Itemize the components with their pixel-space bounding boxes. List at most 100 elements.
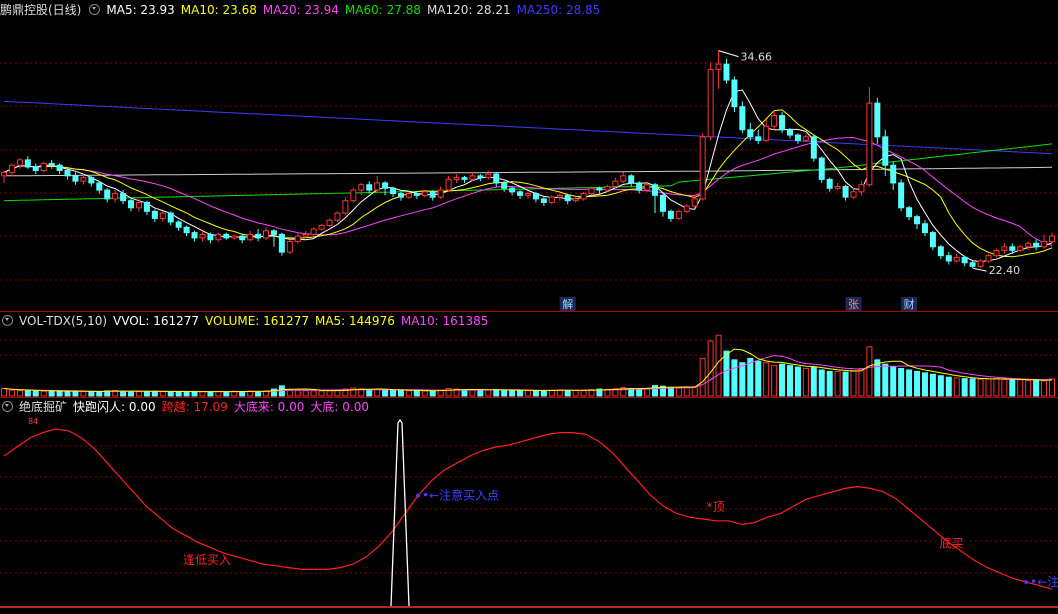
stock-name[interactable]: 鹏鼎控股(日线) <box>0 3 81 17</box>
volume-bar <box>779 363 786 397</box>
volume-bar <box>914 370 921 397</box>
volume-bar <box>374 388 381 397</box>
volume-bar <box>755 360 762 397</box>
candle <box>620 175 627 182</box>
candle <box>834 185 841 189</box>
alert-dot <box>416 493 421 498</box>
indicator-header: 绝底掘矿 快跑闪人: 0.00 跨越: 17.09 大底来: 0.00 大底: 0.00 <box>0 399 375 415</box>
indicator-name[interactable]: 绝底掘矿 <box>19 400 67 414</box>
volume-bar <box>120 390 127 397</box>
volume-bar <box>485 389 492 397</box>
candle <box>278 233 285 253</box>
volume-bar <box>1001 378 1008 397</box>
volume-bar <box>866 346 873 397</box>
vol-ma10-label: MA10: 161385 <box>400 314 489 328</box>
volume-bar <box>1009 379 1016 397</box>
candle <box>739 106 746 131</box>
volume-bar <box>1033 379 1040 397</box>
ma60-label: MA60: 27.88 <box>344 3 421 17</box>
volume-bar <box>969 378 976 397</box>
volume-bar <box>580 389 587 397</box>
candle <box>1041 240 1048 248</box>
settings-icon[interactable] <box>89 4 101 15</box>
candle <box>247 233 254 241</box>
volume-bar <box>397 390 404 397</box>
candle <box>255 233 262 239</box>
candle <box>175 221 182 228</box>
candle <box>390 187 397 195</box>
candle <box>493 173 500 184</box>
candle <box>921 223 928 234</box>
candle <box>366 184 373 191</box>
candle <box>842 185 849 198</box>
candle <box>794 134 801 141</box>
high-pointer <box>718 50 739 58</box>
ma250-line <box>3 100 1053 155</box>
ma250-label: MA250: 28.85 <box>516 3 601 17</box>
volume-bar <box>683 387 690 397</box>
volume-bar <box>318 390 325 397</box>
settings-icon[interactable] <box>2 315 13 326</box>
volume-bar <box>802 368 809 397</box>
volume-bar <box>72 391 79 397</box>
volume-bar <box>548 389 555 397</box>
volume-bar <box>88 391 95 397</box>
settings-icon[interactable] <box>2 401 13 412</box>
volume-bar <box>64 390 71 397</box>
candle <box>707 68 714 138</box>
candle <box>445 178 452 191</box>
volume-bar <box>572 390 579 397</box>
vol-indicator-name[interactable]: VOL-TDX(5,10) <box>19 314 107 328</box>
candle <box>302 233 309 237</box>
low-label: 22.40 <box>989 264 1021 277</box>
volume-bar <box>477 389 484 397</box>
volume-bar <box>32 390 39 397</box>
candle <box>699 136 706 200</box>
volume-bar <box>366 389 373 397</box>
volume-bar <box>461 389 468 397</box>
candle <box>310 228 317 235</box>
candle <box>874 102 881 138</box>
candle <box>787 129 793 136</box>
candle <box>374 182 381 191</box>
volume-bar <box>16 390 23 397</box>
volume-bar <box>699 357 706 397</box>
candle <box>572 198 579 202</box>
volume-bar <box>731 359 738 397</box>
candle <box>128 200 135 209</box>
candle <box>779 115 786 131</box>
volume-bar <box>207 391 214 397</box>
candle <box>802 136 809 141</box>
volume-bar <box>382 389 389 397</box>
candle <box>159 212 166 219</box>
candle <box>461 177 468 180</box>
candle <box>667 210 674 219</box>
volume-bar <box>48 390 55 397</box>
low-pointer <box>972 267 987 272</box>
candle <box>993 249 1000 257</box>
candle <box>215 233 222 241</box>
candle <box>96 182 103 191</box>
volume-bar <box>675 387 682 397</box>
candle <box>596 187 603 191</box>
volume-bar <box>525 390 531 397</box>
volume-bar <box>215 391 222 397</box>
volume-bar <box>40 390 47 397</box>
volume-bar <box>993 378 1000 397</box>
volume-bar <box>421 390 428 397</box>
candle <box>413 193 420 196</box>
candle <box>929 232 936 248</box>
candle <box>207 233 214 241</box>
volume-bar <box>167 391 174 397</box>
candle <box>1 171 7 177</box>
candle <box>564 194 571 202</box>
candle <box>906 207 913 218</box>
candle <box>48 162 55 166</box>
candle <box>334 212 341 221</box>
volume-bar <box>501 389 508 397</box>
volume-label: VOLUME: 161277 <box>205 314 309 328</box>
candle <box>32 166 39 172</box>
volume-bar <box>159 391 166 397</box>
candle <box>517 191 524 196</box>
volume-bar <box>953 377 960 397</box>
